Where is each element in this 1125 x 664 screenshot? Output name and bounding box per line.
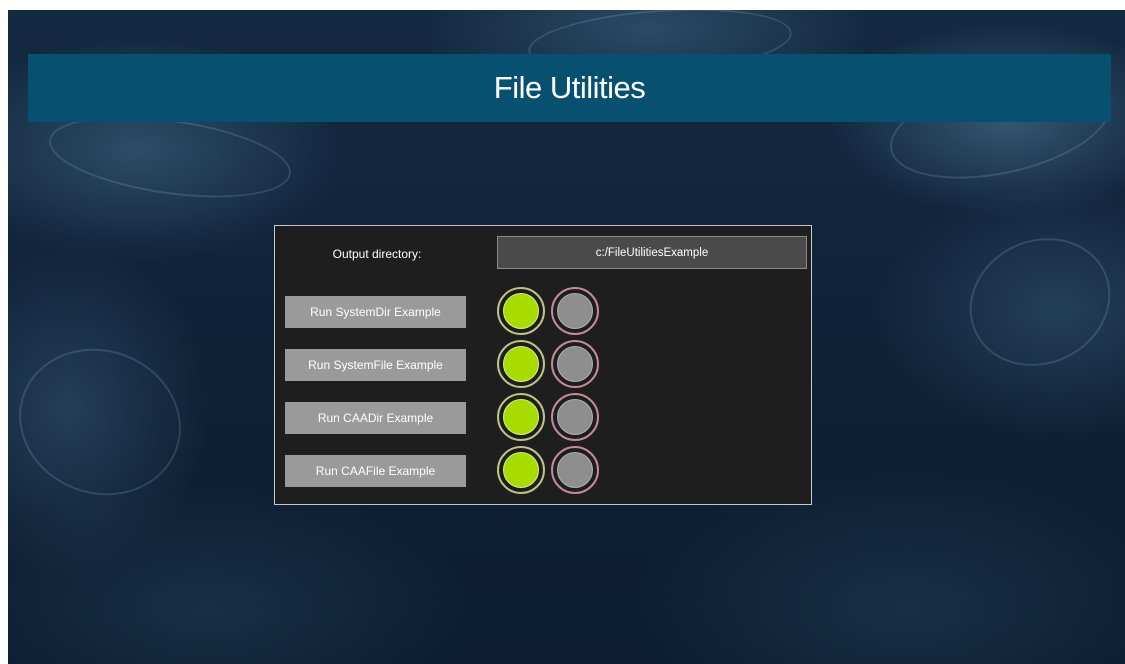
success-indicator: [497, 393, 545, 441]
success-indicator: [497, 446, 545, 494]
example-row-caadir: Run CAADir Example: [285, 393, 805, 441]
example-row-caafile: Run CAAFile Example: [285, 446, 805, 494]
header-bar: File Utilities: [28, 54, 1111, 122]
output-directory-field[interactable]: [497, 236, 807, 269]
app-background: File Utilities Output directory: Run Sys…: [8, 10, 1125, 664]
error-indicator: [551, 446, 599, 494]
smoke-decoration: [948, 215, 1125, 389]
utilities-panel: Output directory: Run SystemDir Example …: [274, 225, 812, 505]
smoke-decoration: [8, 326, 202, 518]
error-indicator: [551, 340, 599, 388]
run-systemfile-button[interactable]: Run SystemFile Example: [285, 349, 466, 381]
page-title: File Utilities: [493, 70, 646, 105]
run-caadir-button[interactable]: Run CAADir Example: [285, 402, 466, 434]
success-indicator: [497, 340, 545, 388]
output-directory-label: Output directory:: [332, 247, 422, 261]
success-indicator: [497, 287, 545, 335]
run-systemdir-button[interactable]: Run SystemDir Example: [285, 296, 466, 328]
example-row-systemdir: Run SystemDir Example: [285, 287, 805, 335]
run-caafile-button[interactable]: Run CAAFile Example: [285, 455, 466, 487]
example-row-systemfile: Run SystemFile Example: [285, 340, 805, 388]
error-indicator: [551, 287, 599, 335]
error-indicator: [551, 393, 599, 441]
